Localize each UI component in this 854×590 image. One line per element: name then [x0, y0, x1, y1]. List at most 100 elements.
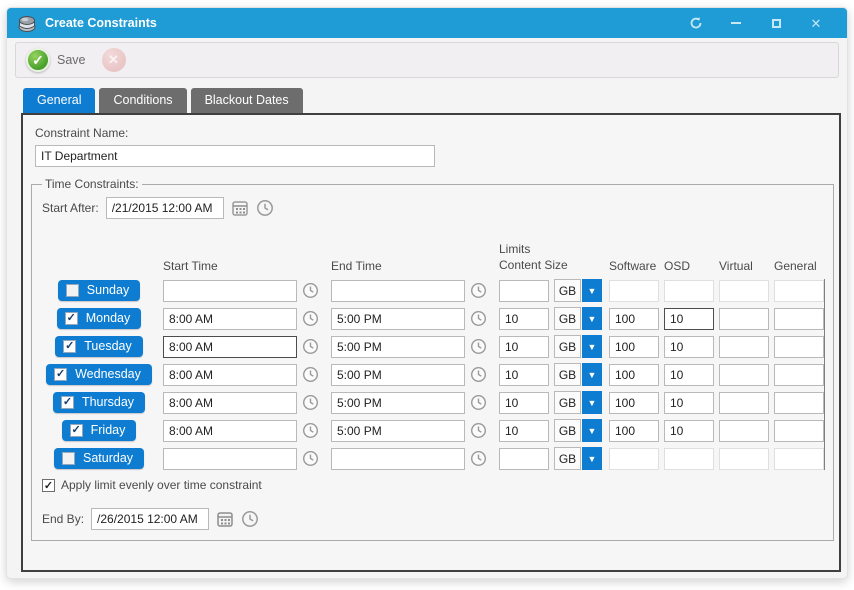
- end-time-clock-icon[interactable]: [470, 310, 487, 327]
- maximize-button[interactable]: [769, 16, 783, 30]
- start-after-input[interactable]: [106, 197, 224, 219]
- osd-limit-input[interactable]: [664, 280, 714, 302]
- start-time-clock-icon[interactable]: [302, 338, 319, 355]
- end-time-input[interactable]: [331, 336, 465, 358]
- close-button[interactable]: ✕: [809, 16, 823, 30]
- start-time-input[interactable]: [163, 280, 297, 302]
- general-limit-input[interactable]: [774, 280, 824, 302]
- start-time-clock-icon[interactable]: [302, 366, 319, 383]
- start-time-input[interactable]: [163, 420, 297, 442]
- end-time-input[interactable]: [331, 364, 465, 386]
- unit-dropdown-button[interactable]: ▼: [582, 279, 602, 302]
- software-limit-input[interactable]: [609, 280, 659, 302]
- software-limit-input[interactable]: [609, 448, 659, 470]
- end-time-clock-icon[interactable]: [470, 282, 487, 299]
- day-toggle[interactable]: Monday: [57, 308, 141, 329]
- content-size-input[interactable]: [499, 308, 549, 330]
- virtual-limit-input[interactable]: [719, 280, 769, 302]
- start-time-input[interactable]: [163, 308, 297, 330]
- day-checkbox[interactable]: [70, 424, 83, 437]
- end-by-clock-icon[interactable]: [241, 510, 259, 528]
- day-toggle[interactable]: Wednesday: [46, 364, 152, 385]
- content-size-input[interactable]: [499, 364, 549, 386]
- general-limit-input[interactable]: [774, 420, 824, 442]
- day-checkbox[interactable]: [54, 368, 67, 381]
- start-after-clock-icon[interactable]: [256, 199, 274, 217]
- apply-evenly-checkbox[interactable]: [42, 479, 55, 492]
- day-toggle[interactable]: Friday: [62, 420, 137, 441]
- content-size-input[interactable]: [499, 336, 549, 358]
- virtual-limit-input[interactable]: [719, 392, 769, 414]
- day-toggle[interactable]: Sunday: [58, 280, 140, 301]
- general-limit-input[interactable]: [774, 308, 824, 330]
- start-time-input[interactable]: [163, 364, 297, 386]
- general-limit-input[interactable]: [774, 336, 824, 358]
- day-toggle[interactable]: Saturday: [54, 448, 144, 469]
- software-limit-input[interactable]: [609, 308, 659, 330]
- end-time-input[interactable]: [331, 420, 465, 442]
- end-by-input[interactable]: [91, 508, 209, 530]
- osd-limit-input[interactable]: [664, 336, 714, 358]
- start-time-input[interactable]: [163, 336, 297, 358]
- end-time-clock-icon[interactable]: [470, 422, 487, 439]
- software-limit-input[interactable]: [609, 336, 659, 358]
- start-time-input[interactable]: [163, 448, 297, 470]
- software-limit-input[interactable]: [609, 420, 659, 442]
- end-time-input[interactable]: [331, 448, 465, 470]
- start-time-clock-icon[interactable]: [302, 422, 319, 439]
- end-time-clock-icon[interactable]: [470, 338, 487, 355]
- software-limit-input[interactable]: [609, 364, 659, 386]
- day-checkbox[interactable]: [62, 452, 75, 465]
- osd-limit-input[interactable]: [664, 308, 714, 330]
- unit-dropdown-button[interactable]: ▼: [582, 419, 602, 442]
- day-toggle[interactable]: Tuesday: [55, 336, 142, 357]
- virtual-limit-input[interactable]: [719, 336, 769, 358]
- osd-limit-input[interactable]: [664, 392, 714, 414]
- end-time-clock-icon[interactable]: [470, 394, 487, 411]
- end-time-clock-icon[interactable]: [470, 450, 487, 467]
- day-toggle[interactable]: Thursday: [53, 392, 145, 413]
- osd-limit-input[interactable]: [664, 448, 714, 470]
- tab-blackout-dates[interactable]: Blackout Dates: [191, 88, 303, 113]
- start-time-clock-icon[interactable]: [302, 450, 319, 467]
- day-checkbox[interactable]: [61, 396, 74, 409]
- end-by-calendar-icon[interactable]: [216, 510, 234, 528]
- end-time-input[interactable]: [331, 392, 465, 414]
- general-limit-input[interactable]: [774, 392, 824, 414]
- virtual-limit-input[interactable]: [719, 420, 769, 442]
- constraint-name-input[interactable]: [35, 145, 435, 167]
- content-size-input[interactable]: [499, 448, 549, 470]
- virtual-limit-input[interactable]: [719, 308, 769, 330]
- content-size-input[interactable]: [499, 280, 549, 302]
- refresh-icon[interactable]: [689, 16, 703, 30]
- virtual-limit-input[interactable]: [719, 364, 769, 386]
- day-checkbox[interactable]: [63, 340, 76, 353]
- tab-conditions[interactable]: Conditions: [99, 88, 186, 113]
- start-time-input[interactable]: [163, 392, 297, 414]
- general-limit-input[interactable]: [774, 364, 824, 386]
- start-after-calendar-icon[interactable]: [231, 199, 249, 217]
- content-size-input[interactable]: [499, 392, 549, 414]
- day-checkbox[interactable]: [66, 284, 79, 297]
- content-size-input[interactable]: [499, 420, 549, 442]
- end-time-clock-icon[interactable]: [470, 366, 487, 383]
- save-button[interactable]: ✓ Save: [26, 48, 86, 72]
- unit-dropdown-button[interactable]: ▼: [582, 447, 602, 470]
- end-time-input[interactable]: [331, 308, 465, 330]
- day-checkbox[interactable]: [65, 312, 78, 325]
- software-limit-input[interactable]: [609, 392, 659, 414]
- osd-limit-input[interactable]: [664, 364, 714, 386]
- minimize-button[interactable]: [729, 16, 743, 30]
- unit-dropdown-button[interactable]: ▼: [582, 363, 602, 386]
- general-limit-input[interactable]: [774, 448, 824, 470]
- osd-limit-input[interactable]: [664, 420, 714, 442]
- virtual-limit-input[interactable]: [719, 448, 769, 470]
- unit-dropdown-button[interactable]: ▼: [582, 391, 602, 414]
- unit-dropdown-button[interactable]: ▼: [582, 335, 602, 358]
- tab-general[interactable]: General: [23, 88, 95, 113]
- start-time-clock-icon[interactable]: [302, 282, 319, 299]
- start-time-clock-icon[interactable]: [302, 394, 319, 411]
- unit-dropdown-button[interactable]: ▼: [582, 307, 602, 330]
- end-time-input[interactable]: [331, 280, 465, 302]
- start-time-clock-icon[interactable]: [302, 310, 319, 327]
